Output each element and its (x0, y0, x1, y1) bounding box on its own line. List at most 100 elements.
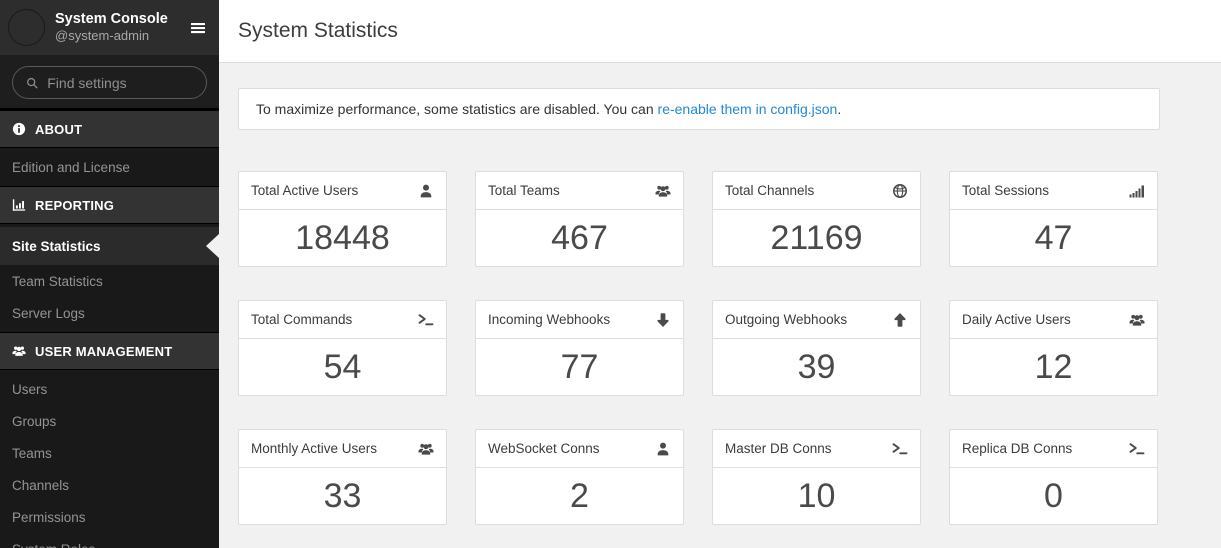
sidebar-item-label: Teams (12, 446, 52, 461)
card-title: Outgoing Webhooks (725, 312, 847, 327)
sidebar-item-label: Channels (12, 478, 69, 493)
console-user-header: System Console @system-admin (0, 0, 219, 55)
banner-text: To maximize performance, some statistics… (256, 101, 841, 117)
section-header-reporting: REPORTING (0, 186, 219, 224)
section-header-user-management: USER MANAGEMENT (0, 332, 219, 370)
main-panel: System Statistics To maximize performanc… (219, 0, 1221, 548)
stat-card-total-active-users: Total Active Users 18448 (238, 171, 447, 267)
bar-chart-icon (12, 198, 26, 212)
stat-card-master-db-conns: Master DB Conns 10 (712, 429, 921, 525)
sidebar-item-label: Edition and License (12, 160, 130, 175)
card-value: 47 (950, 210, 1157, 266)
sidebar-item-label: Groups (12, 414, 56, 429)
card-value: 33 (239, 468, 446, 524)
sidebar-item-label: Team Statistics (12, 274, 103, 289)
sidebar-item-permissions[interactable]: Permissions (0, 501, 219, 533)
globe-icon (892, 183, 908, 199)
terminal-icon (418, 312, 434, 328)
stat-card-total-sessions: Total Sessions 47 (949, 171, 1158, 267)
card-value: 39 (713, 339, 920, 395)
sidebar-item-users[interactable]: Users (0, 373, 219, 405)
sidebar-item-edition-and-license[interactable]: Edition and License (0, 151, 219, 183)
sidebar-search-band (0, 55, 219, 110)
users-icon (12, 344, 26, 358)
sidebar-item-groups[interactable]: Groups (0, 405, 219, 437)
users-icon (655, 183, 671, 199)
card-header: Total Channels (713, 172, 920, 210)
card-value: 467 (476, 210, 683, 266)
sidebar-item-server-logs[interactable]: Server Logs (0, 297, 219, 329)
stats-grid: Total Active Users 18448 Total Teams 467… (238, 171, 1160, 525)
arrow-up-icon (892, 312, 908, 328)
sidebar-item-teams[interactable]: Teams (0, 437, 219, 469)
avatar (8, 9, 45, 46)
card-header: Daily Active Users (950, 301, 1157, 339)
page-title: System Statistics (238, 19, 398, 43)
card-title: Total Channels (725, 183, 814, 198)
sidebar-item-team-statistics[interactable]: Team Statistics (0, 265, 219, 297)
sidebar-item-label: Site Statistics (12, 239, 101, 254)
content-area: To maximize performance, some statistics… (219, 63, 1221, 548)
sidebar-item-system-roles[interactable]: System Roles (0, 533, 219, 548)
config-json-link[interactable]: re-enable them in config.json (658, 101, 838, 117)
admin-username: @system-admin (55, 28, 187, 45)
search-icon (26, 76, 38, 90)
card-header: WebSocket Conns (476, 430, 683, 468)
search-input[interactable] (47, 75, 196, 91)
card-header: Total Teams (476, 172, 683, 210)
users-icon (418, 441, 434, 457)
card-value: 10 (713, 468, 920, 524)
admin-sidebar: System Console @system-admin ABOUT Editi… (0, 0, 219, 548)
card-header: Replica DB Conns (950, 430, 1157, 468)
card-header: Total Commands (239, 301, 446, 339)
card-header: Outgoing Webhooks (713, 301, 920, 339)
card-value: 77 (476, 339, 683, 395)
section-label: REPORTING (35, 198, 114, 213)
page-header: System Statistics (219, 0, 1221, 63)
terminal-icon (892, 441, 908, 457)
info-circle-icon (12, 122, 26, 136)
section-label: USER MANAGEMENT (35, 344, 172, 359)
card-header: Total Active Users (239, 172, 446, 210)
card-title: Total Active Users (251, 183, 358, 198)
card-header: Monthly Active Users (239, 430, 446, 468)
card-value: 54 (239, 339, 446, 395)
card-header: Master DB Conns (713, 430, 920, 468)
card-value: 2 (476, 468, 683, 524)
card-title: Total Teams (488, 183, 560, 198)
stat-card-replica-db-conns: Replica DB Conns 0 (949, 429, 1158, 525)
search-box[interactable] (12, 66, 207, 99)
user-icon (418, 183, 434, 199)
signal-bars-icon (1129, 183, 1145, 199)
stat-card-daily-active-users: Daily Active Users 12 (949, 300, 1158, 396)
sidebar-item-site-statistics[interactable]: Site Statistics (0, 227, 219, 265)
stat-card-total-channels: Total Channels 21169 (712, 171, 921, 267)
hamburger-menu-icon[interactable] (187, 20, 209, 36)
statistics-disabled-banner: To maximize performance, some statistics… (238, 88, 1160, 130)
card-value: 0 (950, 468, 1157, 524)
users-icon (1129, 312, 1145, 328)
stat-card-outgoing-webhooks: Outgoing Webhooks 39 (712, 300, 921, 396)
card-title: Replica DB Conns (962, 441, 1072, 456)
user-meta: System Console @system-admin (55, 10, 187, 46)
sidebar-nav: ABOUT Edition and License REPORTING Site… (0, 110, 219, 548)
card-header: Incoming Webhooks (476, 301, 683, 339)
stat-card-total-teams: Total Teams 467 (475, 171, 684, 267)
sidebar-item-label: Users (12, 382, 47, 397)
sidebar-item-label: Server Logs (12, 306, 85, 321)
section-items-about: Edition and License (0, 148, 219, 186)
card-title: Daily Active Users (962, 312, 1071, 327)
console-title: System Console (55, 10, 187, 29)
section-items-reporting: Site Statistics Team Statistics Server L… (0, 224, 219, 332)
arrow-down-icon (655, 312, 671, 328)
stat-card-incoming-webhooks: Incoming Webhooks 77 (475, 300, 684, 396)
section-header-about: ABOUT (0, 110, 219, 148)
card-value: 12 (950, 339, 1157, 395)
card-title: WebSocket Conns (488, 441, 600, 456)
stat-card-websocket-conns: WebSocket Conns 2 (475, 429, 684, 525)
card-title: Total Commands (251, 312, 352, 327)
sidebar-item-label: System Roles (12, 542, 95, 548)
card-title: Monthly Active Users (251, 441, 377, 456)
sidebar-item-channels[interactable]: Channels (0, 469, 219, 501)
stat-card-total-commands: Total Commands 54 (238, 300, 447, 396)
